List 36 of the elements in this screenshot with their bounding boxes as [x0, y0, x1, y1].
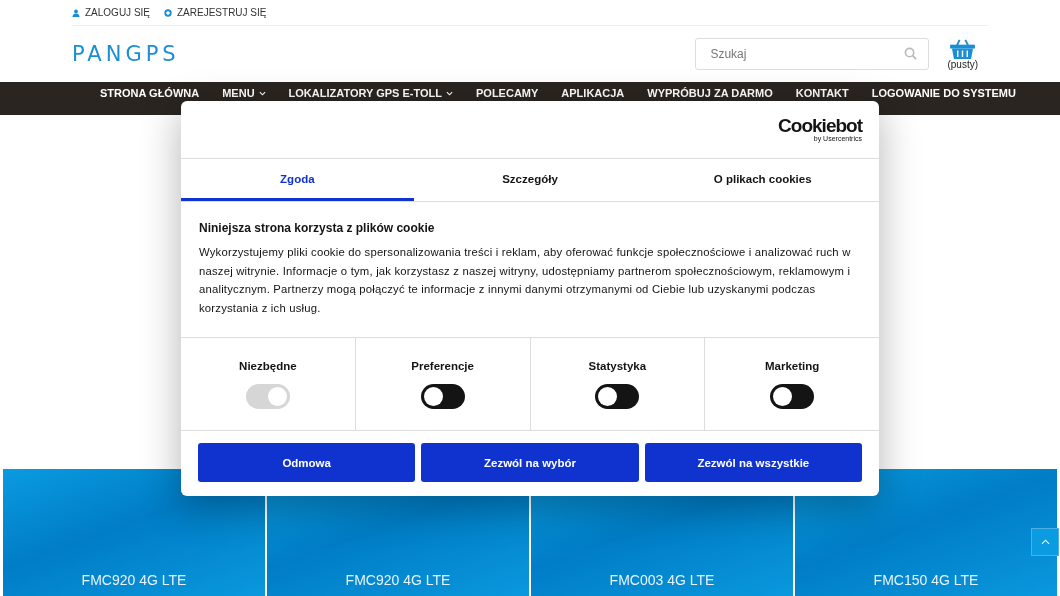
consent-button[interactable]: Zezwól na wybór: [421, 443, 639, 482]
category-label: Niezbędne: [239, 360, 297, 372]
nav-link[interactable]: LOKALIZATORY GPS E-TOLL: [288, 87, 453, 99]
consent-button[interactable]: Zezwól na wszystkie: [644, 443, 862, 482]
toggle-switch[interactable]: [420, 384, 465, 409]
category-label: Preferencje: [411, 360, 474, 372]
nav-link[interactable]: APLIKACJA: [561, 87, 625, 99]
plus-icon: [164, 8, 172, 17]
nav-link[interactable]: STRONA GŁÓWNA: [100, 87, 200, 99]
dialog-text: Wykorzystujemy pliki cookie do spersonalizowania treści i reklam, aby oferować funkcje społecznościowe i analizować ruch w naszej witrynie. Informacje o tym, jak korzystasz z naszej witryny, udostępniamy partnerom społecznościowym, reklamowym i analitycznym. Partnerzy mogą połączyć te informacje z innymi danymi otrzymanymi od Ciebie lub uzyskanymi podczas korzystania z ich usług.: [199, 245, 852, 316]
nav-link[interactable]: WYPRÓBUJ ZA DARMO: [647, 87, 773, 99]
toggle-switch[interactable]: [595, 384, 640, 409]
toggle-switch[interactable]: [770, 384, 815, 409]
account-link[interactable]: ZALOGUJ SIĘ: [72, 7, 150, 18]
account-link[interactable]: ZAREJESTRUJ SIĘ: [164, 7, 267, 18]
product-name: FMC150 4G LTE: [873, 572, 979, 588]
logo[interactable]: PANGPS: [72, 42, 180, 66]
cart-status: (pusty): [947, 59, 978, 70]
nav-link[interactable]: KONTAKT: [795, 87, 849, 99]
brand-logo: Cookiebot: [778, 117, 862, 135]
consent-button[interactable]: Odmowa: [198, 443, 416, 482]
product-name: FMC003 4G LTE: [609, 572, 715, 588]
product-name: FMC920 4G LTE: [81, 572, 187, 588]
search-field[interactable]: Szukaj: [695, 38, 930, 70]
nav-link[interactable]: LOGOWANIE DO SYSTEMU: [871, 87, 1016, 99]
dialog-heading: Niniejsza strona korzysta z plików cookie: [199, 221, 436, 235]
search-icon: [904, 47, 918, 60]
category-label: Statystyka: [588, 360, 647, 372]
category-label: Marketing: [764, 360, 820, 372]
nav-link[interactable]: MENU: [222, 87, 266, 99]
user-icon: [72, 8, 80, 17]
dialog-tab[interactable]: Zgoda: [181, 159, 414, 201]
nav-link[interactable]: POLECAMY: [476, 87, 539, 99]
basket-icon: [950, 38, 976, 59]
chevron-up-icon: [1040, 539, 1050, 545]
product-name: FMC920 4G LTE: [345, 572, 451, 588]
